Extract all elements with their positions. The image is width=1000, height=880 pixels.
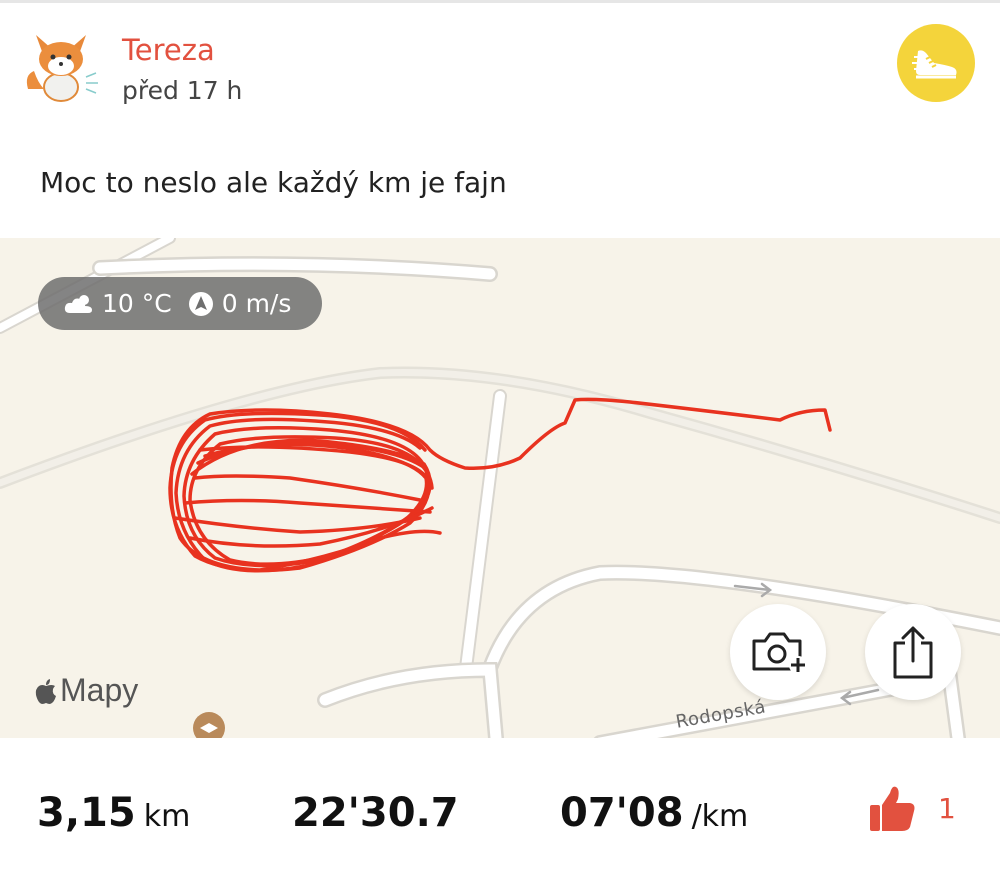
pace-stat: 07'08 /km	[560, 790, 748, 836]
weather-pill: 10 °C 0 m/s	[38, 277, 322, 330]
user-name[interactable]: Tereza	[122, 33, 215, 67]
apple-logo-icon	[35, 678, 56, 704]
add-photo-button[interactable]	[730, 604, 826, 700]
route-map[interactable]: 10 °C 0 m/s Mapy Rodopská	[0, 238, 1000, 738]
like-button[interactable]: 1	[868, 783, 956, 833]
post-timestamp: před 17 h	[122, 76, 243, 105]
pace-unit: /km	[691, 799, 749, 834]
share-icon	[893, 626, 933, 679]
maps-provider-logo: Mapy	[34, 672, 138, 709]
temperature-value: 10 °C	[102, 289, 172, 318]
camera-plus-icon	[752, 632, 806, 674]
distance-value: 3,15	[37, 790, 136, 836]
running-shoe-icon	[897, 24, 975, 102]
post-text: Moc to neslo ale každý km je fajn	[40, 166, 507, 199]
duration-stat: 22'30.7	[292, 790, 459, 836]
post-header: Tereza před 17 h Moc to neslo ale každý …	[0, 3, 1000, 238]
wind-value: 0 m/s	[221, 289, 292, 318]
poi-marker	[193, 712, 225, 738]
pace-value: 07'08	[560, 790, 684, 836]
share-button[interactable]	[865, 604, 961, 700]
duration-value: 22'30.7	[292, 790, 459, 836]
distance-stat: 3,15 km	[37, 790, 190, 836]
partly-cloudy-icon	[64, 294, 92, 313]
distance-unit: km	[143, 799, 191, 834]
like-count: 1	[938, 791, 956, 825]
navigation-arrow-icon	[188, 291, 213, 316]
maps-provider-name: Mapy	[60, 672, 139, 708]
fox-avatar-icon[interactable]	[22, 27, 100, 105]
activity-stats: 3,15 km 22'30.7 07'08 /km 1	[0, 738, 1000, 880]
thumbs-up-icon	[870, 786, 915, 831]
